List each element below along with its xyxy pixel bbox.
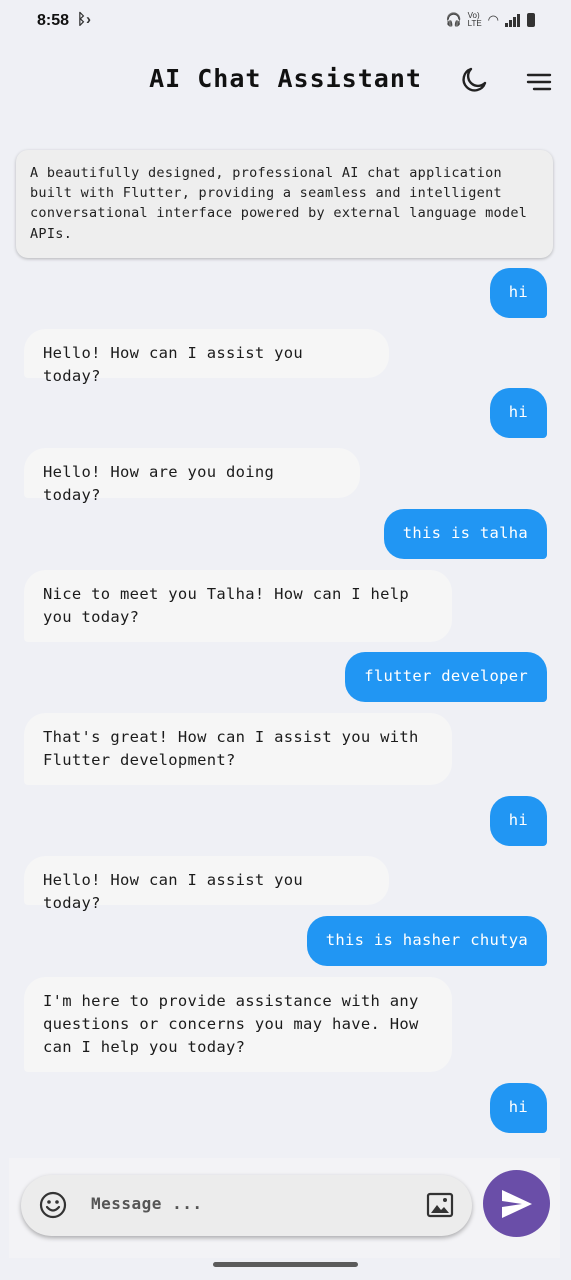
user-message: this is talha bbox=[383, 509, 547, 559]
moon-icon[interactable] bbox=[460, 66, 488, 94]
user-message: hi bbox=[489, 796, 547, 846]
message-placeholder: Message ... bbox=[91, 1194, 203, 1213]
battery-icon bbox=[527, 13, 535, 27]
assistant-message: Hello! How can I assist you today? bbox=[24, 329, 389, 385]
assistant-message: That's great! How can I assist you with … bbox=[24, 713, 452, 785]
signal-icon bbox=[505, 13, 521, 27]
send-button[interactable] bbox=[483, 1170, 550, 1237]
message-input[interactable]: Message ... bbox=[21, 1175, 472, 1236]
app-header: AI Chat Assistant bbox=[0, 42, 571, 120]
user-message: flutter developer bbox=[345, 652, 547, 702]
notification-icon: ᛒ› bbox=[77, 11, 91, 28]
assistant-message: Nice to meet you Talha! How can I help y… bbox=[24, 570, 452, 642]
user-message: hi bbox=[489, 1083, 547, 1133]
menu-icon[interactable] bbox=[526, 72, 552, 92]
user-message: this is hasher chutya bbox=[306, 916, 547, 966]
assistant-message: Hello! How are you doing today? bbox=[24, 448, 360, 504]
image-icon[interactable] bbox=[426, 1192, 454, 1218]
app-description: A beautifully designed, professional AI … bbox=[16, 150, 553, 258]
status-bar: 8:58 ᛒ› 🎧 Vo) LTE ◠ bbox=[0, 0, 571, 42]
send-icon bbox=[502, 1190, 532, 1218]
assistant-message: Hello! How can I assist you today? bbox=[24, 856, 389, 912]
wifi-icon: ◠ bbox=[487, 12, 499, 27]
assistant-message: I'm here to provide assistance with any … bbox=[24, 977, 452, 1072]
emoji-icon[interactable] bbox=[39, 1191, 67, 1219]
home-indicator[interactable] bbox=[213, 1262, 358, 1267]
status-icons: 🎧 Vo) LTE ◠ bbox=[445, 12, 535, 28]
headphones-icon: 🎧 bbox=[445, 12, 462, 27]
network-type-label: Vo) LTE bbox=[467, 11, 482, 28]
user-message: hi bbox=[489, 388, 547, 438]
user-message: hi bbox=[489, 268, 547, 318]
status-time: 8:58 bbox=[37, 12, 70, 29]
